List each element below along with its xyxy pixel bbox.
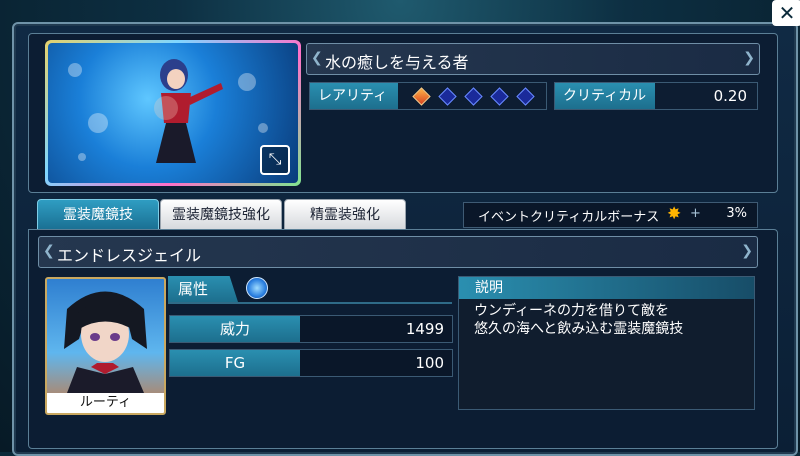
stat-row-fg: FG 100 bbox=[169, 349, 453, 377]
stat-label: FG bbox=[170, 350, 300, 376]
bonus-label: イベントクリティカルボーナス bbox=[478, 210, 660, 225]
card-art-image: ⤡ bbox=[48, 43, 298, 183]
description-line: 悠久の海へと飲み込む霊装魔鏡技 bbox=[474, 321, 684, 337]
bonus-value: 3% bbox=[726, 206, 747, 221]
description-text: ウンディーネの力を借りて敵を 悠久の海へと飲み込む霊装魔鏡技 bbox=[474, 302, 683, 338]
card-title: 水の癒しを与える者 bbox=[325, 53, 469, 72]
tab-skill-upgrade[interactable]: 霊装魔鏡技強化 bbox=[160, 199, 282, 231]
critical-row: クリティカル 0.20 bbox=[554, 82, 758, 110]
event-critical-bonus: イベントクリティカルボーナス ✸ + 3% bbox=[463, 202, 758, 228]
rarity-label: レアリティ bbox=[310, 83, 398, 109]
bonus-plus: + bbox=[690, 206, 701, 221]
character-name: ルーティ bbox=[47, 393, 164, 413]
character-illustration bbox=[154, 59, 223, 163]
rarity-diamond-icon bbox=[438, 87, 457, 106]
close-button[interactable]: ✕ bbox=[772, 0, 800, 26]
skill-name: エンドレスジェイル bbox=[57, 246, 202, 265]
chevron-left-icon: ❮ bbox=[43, 243, 55, 259]
stat-value: 100 bbox=[415, 354, 444, 372]
card-art[interactable]: ⤡ bbox=[45, 40, 301, 186]
expand-icon[interactable]: ⤡ bbox=[260, 145, 290, 175]
chevron-right-icon: ❯ bbox=[743, 50, 755, 66]
water-attribute-icon bbox=[246, 277, 268, 299]
stat-value: 1499 bbox=[405, 320, 444, 338]
stat-label: 威力 bbox=[170, 316, 300, 342]
rarity-diamond-icon bbox=[490, 87, 509, 106]
description-box: 説明 ウンディーネの力を借りて敵を 悠久の海へと飲み込む霊装魔鏡技 bbox=[458, 276, 755, 410]
critical-value: 0.20 bbox=[713, 87, 747, 105]
description-line: ウンディーネの力を借りて敵を bbox=[474, 303, 670, 319]
character-portrait[interactable]: ルーティ bbox=[45, 277, 166, 415]
skill-title-bar: ❮ エンドレスジェイル ❯ bbox=[38, 236, 758, 268]
card-title-bar: ❮ 水の癒しを与える者 ❯ bbox=[306, 43, 760, 75]
chevron-left-icon: ❮ bbox=[311, 50, 323, 66]
rarity-row: レアリティ bbox=[309, 82, 547, 110]
rarity-diamond-icon bbox=[464, 87, 483, 106]
character-portrait-image bbox=[64, 291, 147, 393]
tab-spirit-upgrade[interactable]: 精霊装強化 bbox=[284, 199, 406, 231]
critical-label: クリティカル bbox=[555, 83, 655, 109]
stat-row-power: 威力 1499 bbox=[169, 315, 453, 343]
spark-icon: ✸ bbox=[667, 204, 682, 224]
rarity-diamond-icon bbox=[412, 87, 431, 106]
attribute-label: 属性 bbox=[168, 276, 238, 302]
rarity-diamond-icon bbox=[516, 87, 535, 106]
chevron-right-icon: ❯ bbox=[741, 243, 753, 259]
description-label: 説明 bbox=[459, 277, 754, 299]
attribute-divider bbox=[168, 302, 452, 304]
tab-skill[interactable]: 霊装魔鏡技 bbox=[37, 199, 159, 231]
